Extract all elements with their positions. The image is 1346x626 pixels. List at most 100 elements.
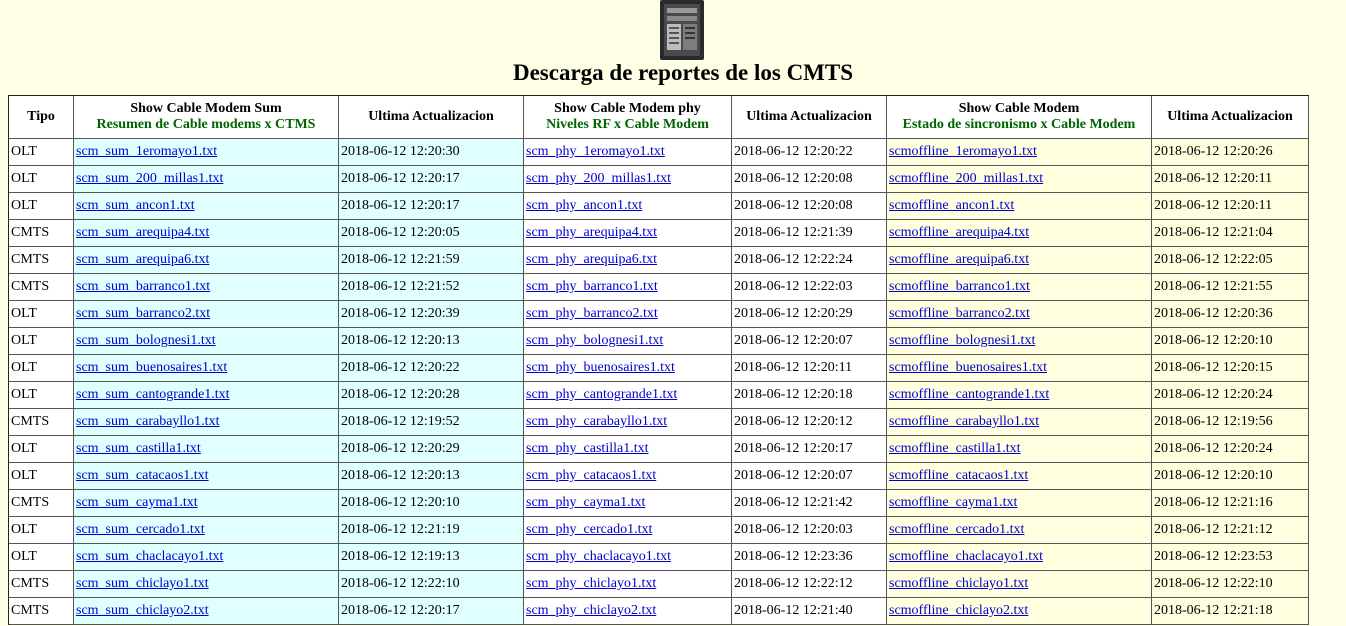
header-off-label: Show Cable Modem <box>958 101 1080 116</box>
offline-file-link[interactable]: scmoffline_1eromayo1.txt <box>889 144 1037 159</box>
sum-file-link[interactable]: scm_sum_ancon1.txt <box>76 198 195 213</box>
sum-file-link[interactable]: scm_sum_bolognesi1.txt <box>76 333 216 348</box>
phy-file-link[interactable]: scm_phy_200_millas1.txt <box>526 171 671 186</box>
phy-file-link[interactable]: scm_phy_barranco2.txt <box>526 306 658 321</box>
cell-offline-updated-container: 2018-06-12 12:20:36 <box>1152 301 1309 328</box>
table-row: CMTS scm_sum_cayma1.txt 2018-06-12 12:20:1… <box>9 490 1309 517</box>
table-row: OLT scm_sum_bolognesi1.txt 2018-06-12 12:2… <box>9 328 1309 355</box>
sum-file-link[interactable]: scm_sum_castilla1.txt <box>76 441 201 456</box>
offline-file-link[interactable]: scmoffline_chiclayo1.txt <box>889 576 1028 591</box>
cell-tipo-container: CMTS <box>9 274 74 301</box>
cell-phy-updated-container: 2018-06-12 12:20:07 <box>732 328 887 355</box>
offline-file-link[interactable]: scmoffline_barranco1.txt <box>889 279 1030 294</box>
cell-offline-updated-container: 2018-06-12 12:21:16 <box>1152 490 1309 517</box>
cell-tipo: OLT <box>11 549 37 564</box>
phy-file-link[interactable]: scm_phy_ancon1.txt <box>526 198 642 213</box>
sum-file-link[interactable]: scm_sum_carabayllo1.txt <box>76 414 219 429</box>
offline-file-link[interactable]: scmoffline_chaclacayo1.txt <box>889 549 1043 564</box>
phy-file-cell: scm_phy_200_millas1.txt <box>524 166 732 193</box>
cell-offline-updated-container: 2018-06-12 12:20:24 <box>1152 436 1309 463</box>
cell-sum-updated: 2018-06-12 12:21:19 <box>341 522 460 537</box>
phy-file-link[interactable]: scm_phy_cercado1.txt <box>526 522 652 537</box>
sum-file-cell: scm_sum_arequipa6.txt <box>74 247 339 274</box>
sum-file-link[interactable]: scm_sum_barranco1.txt <box>76 279 210 294</box>
phy-file-cell: scm_phy_barranco2.txt <box>524 301 732 328</box>
cell-sum-updated-container: 2018-06-12 12:21:19 <box>339 517 524 544</box>
cell-tipo-container: CMTS <box>9 571 74 598</box>
offline-file-link[interactable]: scmoffline_arequipa6.txt <box>889 252 1029 267</box>
sum-file-link[interactable]: scm_sum_arequipa4.txt <box>76 225 209 240</box>
cell-sum-updated-container: 2018-06-12 12:20:22 <box>339 355 524 382</box>
sum-file-link[interactable]: scm_sum_cayma1.txt <box>76 495 198 510</box>
cell-phy-updated: 2018-06-12 12:20:18 <box>734 387 853 402</box>
offline-file-link[interactable]: scmoffline_cercado1.txt <box>889 522 1024 537</box>
offline-file-link[interactable]: scmoffline_arequipa4.txt <box>889 225 1029 240</box>
offline-file-link[interactable]: scmoffline_200_millas1.txt <box>889 171 1043 186</box>
offline-file-link[interactable]: scmoffline_carabayllo1.txt <box>889 414 1039 429</box>
cell-phy-updated: 2018-06-12 12:20:08 <box>734 171 853 186</box>
cell-phy-updated: 2018-06-12 12:20:17 <box>734 441 853 456</box>
cell-offline-updated-container: 2018-06-12 12:22:05 <box>1152 247 1309 274</box>
offline-file-link[interactable]: scmoffline_catacaos1.txt <box>889 468 1028 483</box>
sum-file-link[interactable]: scm_sum_catacaos1.txt <box>76 468 209 483</box>
phy-file-link[interactable]: scm_phy_1eromayo1.txt <box>526 144 665 159</box>
page-title: Descarga de reportes de los CMTS <box>512 60 854 85</box>
sum-file-link[interactable]: scm_sum_200_millas1.txt <box>76 171 223 186</box>
offline-file-link[interactable]: scmoffline_cayma1.txt <box>889 495 1017 510</box>
cell-sum-updated: 2018-06-12 12:20:10 <box>341 495 460 510</box>
phy-file-link[interactable]: scm_phy_cantogrande1.txt <box>526 387 677 402</box>
cell-phy-updated-container: 2018-06-12 12:20:08 <box>732 166 887 193</box>
sum-file-link[interactable]: scm_sum_cantogrande1.txt <box>76 387 230 402</box>
header-off: Show Cable Modem Estado de sincronismo x… <box>887 96 1152 139</box>
sum-file-link[interactable]: scm_sum_1eromayo1.txt <box>76 144 217 159</box>
sum-file-link[interactable]: scm_sum_chaclacayo1.txt <box>76 549 223 564</box>
header-sum-label: Show Cable Modem Sum <box>130 101 282 116</box>
sum-file-link[interactable]: scm_sum_arequipa6.txt <box>76 252 209 267</box>
offline-file-link[interactable]: scmoffline_bolognesi1.txt <box>889 333 1035 348</box>
phy-file-link[interactable]: scm_phy_chaclacayo1.txt <box>526 549 671 564</box>
cell-phy-updated-container: 2018-06-12 12:21:39 <box>732 220 887 247</box>
cell-sum-updated-container: 2018-06-12 12:20:17 <box>339 193 524 220</box>
phy-file-cell: scm_phy_cayma1.txt <box>524 490 732 517</box>
sum-file-link[interactable]: scm_sum_cercado1.txt <box>76 522 205 537</box>
table-body: OLT scm_sum_1eromayo1.txt 2018-06-12 12:20… <box>9 139 1309 625</box>
cell-tipo-container: CMTS <box>9 220 74 247</box>
phy-file-link[interactable]: scm_phy_cayma1.txt <box>526 495 645 510</box>
cell-phy-updated-container: 2018-06-12 12:20:12 <box>732 409 887 436</box>
sum-file-link[interactable]: scm_sum_barranco2.txt <box>76 306 210 321</box>
offline-file-link[interactable]: scmoffline_barranco2.txt <box>889 306 1030 321</box>
phy-file-link[interactable]: scm_phy_castilla1.txt <box>526 441 648 456</box>
offline-file-link[interactable]: scmoffline_ancon1.txt <box>889 198 1014 213</box>
sum-file-link[interactable]: scm_sum_buenosaires1.txt <box>76 360 227 375</box>
page: Descarga de reportes de los CMTS Tipo Sh… <box>0 0 1346 626</box>
phy-file-link[interactable]: scm_phy_carabayllo1.txt <box>526 414 667 429</box>
sum-file-link[interactable]: scm_sum_chiclayo2.txt <box>76 603 209 618</box>
offline-file-link[interactable]: scmoffline_castilla1.txt <box>889 441 1021 456</box>
sum-file-cell: scm_sum_chaclacayo1.txt <box>74 544 339 571</box>
cell-tipo-container: CMTS <box>9 598 74 625</box>
cell-sum-updated-container: 2018-06-12 12:20:10 <box>339 490 524 517</box>
offline-file-link[interactable]: scmoffline_buenosaires1.txt <box>889 360 1047 375</box>
cell-offline-updated: 2018-06-12 12:20:11 <box>1154 198 1273 213</box>
offline-file-cell: scmoffline_arequipa4.txt <box>887 220 1152 247</box>
offline-file-cell: scmoffline_barranco1.txt <box>887 274 1152 301</box>
sum-file-link[interactable]: scm_sum_chiclayo1.txt <box>76 576 209 591</box>
phy-file-link[interactable]: scm_phy_buenosaires1.txt <box>526 360 675 375</box>
phy-file-cell: scm_phy_bolognesi1.txt <box>524 328 732 355</box>
phy-file-link[interactable]: scm_phy_arequipa4.txt <box>526 225 657 240</box>
phy-file-link[interactable]: scm_phy_chiclayo1.txt <box>526 576 656 591</box>
phy-file-link[interactable]: scm_phy_chiclayo2.txt <box>526 603 656 618</box>
offline-file-link[interactable]: scmoffline_cantogrande1.txt <box>889 387 1049 402</box>
phy-file-link[interactable]: scm_phy_bolognesi1.txt <box>526 333 663 348</box>
phy-file-link[interactable]: scm_phy_catacaos1.txt <box>526 468 656 483</box>
offline-file-cell: scmoffline_castilla1.txt <box>887 436 1152 463</box>
cell-tipo-container: CMTS <box>9 409 74 436</box>
table-row: OLT scm_sum_ancon1.txt 2018-06-12 12:20:17… <box>9 193 1309 220</box>
offline-file-link[interactable]: scmoffline_chiclayo2.txt <box>889 603 1028 618</box>
phy-file-link[interactable]: scm_phy_barranco1.txt <box>526 279 658 294</box>
cell-offline-updated-container: 2018-06-12 12:20:10 <box>1152 463 1309 490</box>
sum-file-cell: scm_sum_carabayllo1.txt <box>74 409 339 436</box>
phy-file-link[interactable]: scm_phy_arequipa6.txt <box>526 252 657 267</box>
sum-file-cell: scm_sum_barranco2.txt <box>74 301 339 328</box>
cell-offline-updated: 2018-06-12 12:20:10 <box>1154 468 1273 483</box>
